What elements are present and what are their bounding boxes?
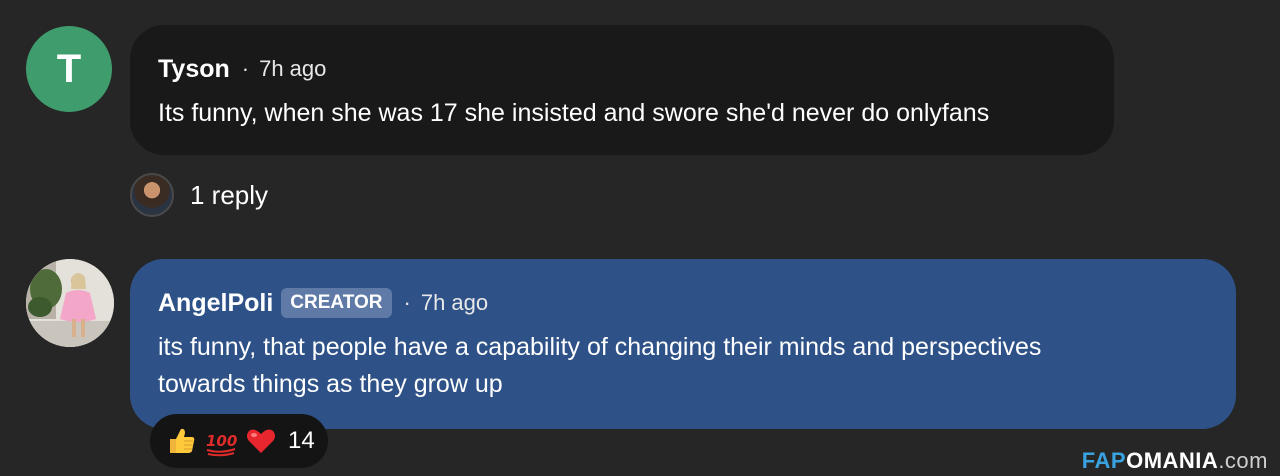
creator-badge: CREATOR	[281, 288, 392, 318]
comment-text: Its funny, when she was 17 she insisted …	[158, 99, 990, 127]
avatar[interactable]: T	[26, 26, 112, 112]
svg-text:100: 100	[206, 432, 237, 450]
comment-timestamp: 7h ago	[259, 56, 327, 81]
creator-comment-bubble: AngelPoli CREATOR · 7h ago its funny, th…	[130, 259, 1236, 429]
hundred-points-icon: 100	[206, 432, 237, 457]
creator-avatar[interactable]	[26, 259, 114, 347]
comment-text-line: its funny, that people have a capability…	[158, 333, 1042, 361]
comment-timestamp: 7h ago	[420, 290, 489, 315]
reply-avatar	[130, 173, 174, 217]
thumbs-up-icon	[170, 428, 195, 453]
avatar-letter: T	[56, 46, 82, 91]
comment-text-line: towards things as they grow up	[158, 370, 503, 398]
comment-author[interactable]: Tyson	[158, 55, 230, 84]
meta-separator: ·	[241, 56, 250, 81]
reaction-count: 14	[288, 427, 315, 454]
watermark: FAPOMANIA.com	[1082, 448, 1268, 474]
comment-text: its funny, that people have a capability…	[158, 329, 1208, 403]
view-replies-button[interactable]: 1 reply	[130, 171, 268, 219]
comment-bubble: Tyson · 7h ago Its funny, when she was 1…	[130, 25, 1114, 155]
watermark-part: OMANIA	[1126, 448, 1219, 473]
comment-meta: Tyson · 7h ago	[158, 51, 1086, 87]
reactions-pill[interactable]: 100 14	[150, 414, 328, 468]
creator-photo	[26, 259, 114, 347]
replies-label: 1 reply	[190, 179, 269, 210]
comment-author[interactable]: AngelPoli	[158, 289, 273, 318]
watermark-part: FAP	[1081, 448, 1127, 473]
red-heart-icon	[247, 429, 275, 453]
watermark-part: .com	[1218, 448, 1268, 473]
meta-separator: ·	[403, 290, 411, 315]
comment-meta: AngelPoli CREATOR · 7h ago	[158, 285, 1208, 321]
